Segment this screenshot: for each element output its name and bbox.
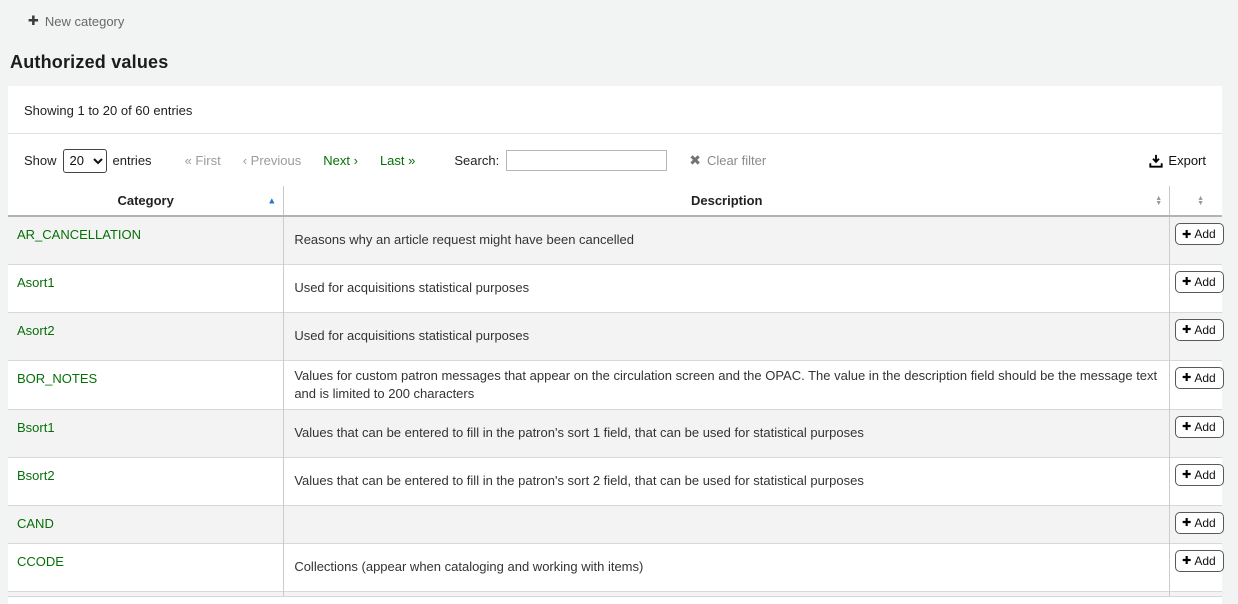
table-header-row: Category ▲ Description ▲▼ ▲▼ xyxy=(8,186,1222,216)
category-link[interactable]: Bsort2 xyxy=(17,468,55,483)
content-panel: Showing 1 to 20 of 60 entries Show 20 en… xyxy=(8,86,1222,604)
description-text: Values for custom patron messages that a… xyxy=(294,368,1157,401)
new-category-button[interactable]: ✚ New category xyxy=(28,13,124,29)
plus-icon: ✚ xyxy=(1182,275,1191,288)
plus-icon: ✚ xyxy=(1182,516,1191,529)
sort-both-icon: ▲▼ xyxy=(1197,196,1204,206)
table-row: Bsort2 Values that can be entered to fill… xyxy=(8,457,1222,505)
show-label: Show xyxy=(24,153,57,168)
table-row: Bsort1 Values that can be entered to fill… xyxy=(8,409,1222,457)
plus-icon: ✚ xyxy=(1182,554,1191,567)
plus-icon: ✚ xyxy=(28,13,39,29)
description-text: Used for acquisitions statistical purpos… xyxy=(294,280,529,295)
category-link[interactable]: CCODE xyxy=(17,554,64,569)
add-button[interactable]: ✚Add xyxy=(1175,550,1224,572)
new-category-label: New category xyxy=(45,14,124,29)
page-length-select[interactable]: 20 xyxy=(63,149,107,173)
category-link[interactable]: Bsort1 xyxy=(17,420,55,435)
add-button[interactable]: ✚Add xyxy=(1175,319,1224,341)
description-text: Values that can be entered to fill in th… xyxy=(294,473,864,488)
column-header-actions[interactable]: ▲▼ xyxy=(1170,186,1222,216)
plus-icon: ✚ xyxy=(1182,228,1191,241)
plus-icon: ✚ xyxy=(1182,371,1191,384)
clear-x-icon: ✖ xyxy=(689,152,701,169)
category-link[interactable]: BOR_NOTES xyxy=(17,371,97,386)
export-button[interactable]: Export xyxy=(1149,153,1206,168)
table-row: Asort2 Used for acquisitions statistical … xyxy=(8,312,1222,360)
chevron-right-icon: › xyxy=(354,153,358,168)
entries-label: entries xyxy=(113,153,152,168)
sort-ascending-icon: ▲ xyxy=(267,196,276,205)
sort-both-icon: ▲▼ xyxy=(1155,196,1162,206)
description-text: Collections (appear when cataloging and … xyxy=(294,559,643,574)
page-length-control: Show 20 entries xyxy=(24,149,152,173)
column-header-category[interactable]: Category ▲ xyxy=(8,186,284,216)
add-button[interactable]: ✚Add xyxy=(1175,464,1224,486)
description-text: Values that can be entered to fill in th… xyxy=(294,425,864,440)
search-label: Search: xyxy=(454,153,499,168)
add-button[interactable]: ✚Add xyxy=(1175,512,1224,534)
authorized-values-table: Category ▲ Description ▲▼ ▲▼ AR_CANCELLA… xyxy=(8,186,1222,597)
search-input[interactable] xyxy=(506,150,667,171)
pagination-first[interactable]: « First xyxy=(174,149,232,172)
top-toolbar: ✚ New category xyxy=(0,0,1238,34)
plus-icon: ✚ xyxy=(1182,420,1191,433)
description-text: Reasons why an article request might hav… xyxy=(294,232,634,247)
pagination-last[interactable]: Last » xyxy=(369,149,426,172)
double-chevron-left-icon: « xyxy=(185,153,192,168)
category-link[interactable]: Asort2 xyxy=(17,323,55,338)
pagination-previous[interactable]: ‹ Previous xyxy=(232,149,313,172)
double-chevron-right-icon: » xyxy=(408,153,415,168)
add-button[interactable]: ✚Add xyxy=(1175,416,1224,438)
download-icon xyxy=(1149,154,1163,168)
search-control: Search: xyxy=(454,150,667,171)
category-link[interactable]: Asort1 xyxy=(17,275,55,290)
table-row: AR_CANCELLATION Reasons why an article re… xyxy=(8,216,1222,264)
category-link[interactable]: AR_CANCELLATION xyxy=(17,227,141,242)
table-row: BOR_NOTES Values for custom patron messag… xyxy=(8,360,1222,409)
table-row: Asort1 Used for acquisitions statistical … xyxy=(8,264,1222,312)
pagination-next[interactable]: Next › xyxy=(312,149,369,172)
table-row: CAND ✚Add xyxy=(8,505,1222,543)
add-button[interactable]: ✚Add xyxy=(1175,271,1224,293)
table-row: CCODE Collections (appear when cataloging… xyxy=(8,543,1222,591)
table-controls: Show 20 entries « First ‹ Previous Next … xyxy=(8,134,1222,186)
category-link[interactable]: CAND xyxy=(17,516,54,531)
showing-entries-text: Showing 1 to 20 of 60 entries xyxy=(8,103,1222,134)
clear-filter-button[interactable]: ✖ Clear filter xyxy=(689,152,766,169)
plus-icon: ✚ xyxy=(1182,323,1191,336)
add-button[interactable]: ✚Add xyxy=(1175,223,1224,245)
pagination: « First ‹ Previous Next › Last » xyxy=(174,149,427,172)
add-button[interactable]: ✚Add xyxy=(1175,367,1224,389)
page-title: Authorized values xyxy=(10,52,1238,73)
chevron-left-icon: ‹ xyxy=(243,153,247,168)
column-header-description[interactable]: Description ▲▼ xyxy=(284,186,1170,216)
table-row-partial xyxy=(8,591,1222,596)
plus-icon: ✚ xyxy=(1182,468,1191,481)
description-text: Used for acquisitions statistical purpos… xyxy=(294,328,529,343)
